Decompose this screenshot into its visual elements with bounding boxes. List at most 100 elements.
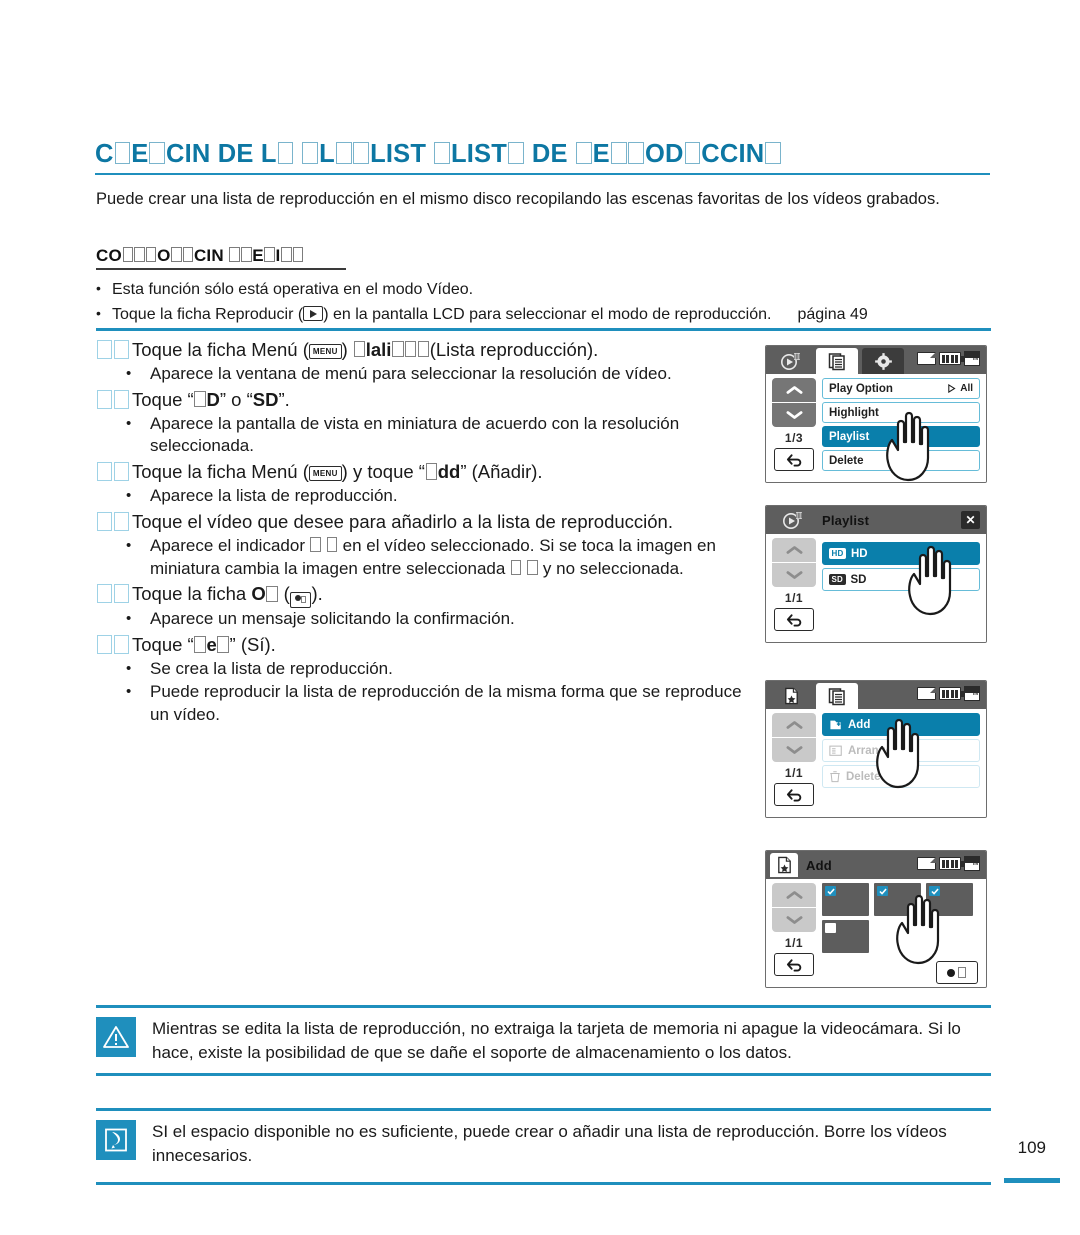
menu-rows: Add Arrange Delete (822, 713, 980, 791)
missing-glyph (610, 141, 627, 165)
menu-row-play-option[interactable]: Play Option All (822, 378, 980, 399)
missing-glyph (194, 636, 206, 653)
playlist-star-icon-tab[interactable] (770, 683, 812, 709)
menu-doc-icon-tab[interactable] (816, 683, 858, 709)
thumbnail-item[interactable] (926, 883, 973, 916)
page-indicator: 1/3 (784, 431, 804, 445)
missing-glyph (97, 389, 112, 409)
menu-row-delete[interactable]: Delete (822, 765, 980, 788)
checkbox-checked-icon[interactable] (929, 886, 940, 896)
scroll-down-button[interactable] (772, 908, 816, 932)
bullet-marker: • (126, 682, 132, 700)
lcd-nav-column: 1/3 (772, 378, 816, 471)
missing-glyph (392, 341, 404, 358)
step-sub-bullet: • Aparece la pantalla de vista en miniatu… (126, 413, 746, 459)
missing-glyph (326, 537, 338, 553)
scroll-down-button[interactable] (772, 563, 816, 587)
scroll-up-button[interactable] (772, 883, 816, 907)
menu-row-label: Playlist (829, 430, 870, 443)
hd-badge: HD (829, 548, 846, 559)
menu-row-hd[interactable]: HD HD (822, 542, 980, 565)
thumbnail-item[interactable] (874, 883, 921, 916)
thumbnail-row (822, 883, 982, 916)
lcd-illustration-add-thumbnails: Add IN 1/1 (765, 850, 987, 988)
close-icon[interactable]: ✕ (961, 511, 980, 529)
lcd-body: 1/1 HD HD SD SD (766, 534, 986, 642)
ok-dot-icon (947, 968, 956, 977)
back-button[interactable] (774, 783, 814, 806)
missing-glyph (264, 247, 275, 263)
checkbox-checked-icon[interactable] (825, 886, 836, 896)
menu-row-delete[interactable]: Delete (822, 450, 980, 471)
step-sub-bullet: • Aparece el indicador en el vídeo selecc… (126, 535, 746, 581)
ok-button[interactable] (936, 961, 978, 984)
back-button[interactable] (774, 608, 814, 631)
step-number-marker (96, 388, 130, 413)
emphasis: lali (365, 339, 392, 360)
missing-glyph (171, 247, 182, 263)
scroll-up-button[interactable] (772, 378, 816, 402)
missing-glyph (149, 141, 166, 165)
step-5: Toque la ficha O (). • Aparece un mensaje … (96, 582, 746, 631)
lcd-body: 1/3 Play Option All Highlight Playlist D… (766, 374, 986, 482)
page-number-rule (1004, 1178, 1060, 1183)
warning-note-text: Mientras se edita la lista de reproducci… (152, 1019, 961, 1063)
scroll-down-button[interactable] (772, 403, 816, 427)
menu-row-playlist[interactable]: Playlist (822, 426, 980, 447)
warning-triangle-icon (96, 1017, 136, 1057)
step-sublist: • Aparece la ventana de menú para selecci… (96, 363, 746, 386)
page-number: 109 (1017, 1138, 1046, 1157)
menu-row-label: Delete (829, 454, 864, 467)
missing-glyph (335, 141, 352, 165)
scroll-up-button[interactable] (772, 713, 816, 737)
back-button[interactable] (774, 953, 814, 976)
bullet-marker: • (126, 364, 132, 382)
menu-row-sd[interactable]: SD SD (822, 568, 980, 591)
missing-glyph (194, 390, 206, 408)
playback-film-icon-tab[interactable] (772, 507, 814, 533)
precheck-heading: CO O CIN EI (96, 246, 304, 266)
menu-row-highlight[interactable]: Highlight (822, 402, 980, 423)
playlist-star-icon-tab[interactable] (770, 853, 798, 877)
missing-glyph (310, 537, 321, 553)
back-button[interactable] (774, 448, 814, 471)
menu-row-value-label: All (960, 383, 973, 394)
menu-doc-icon-tab[interactable] (816, 348, 858, 374)
precheck-heading-underline (96, 268, 346, 270)
step-sub-bullet: • Aparece un mensaje solicitando la confi… (126, 608, 746, 631)
thumbnail-item[interactable] (822, 883, 869, 916)
checkbox-checked-icon[interactable] (877, 886, 888, 896)
step-sub-bullet: • Puede reproducir la lista de reproducci… (126, 681, 746, 727)
lcd-top-bar: IN (766, 346, 986, 374)
missing-glyph (684, 141, 701, 165)
menu-row-label: Arrange (848, 744, 893, 757)
step-4: Toque el vídeo que desee para añadirlo a… (96, 510, 746, 581)
menu-row-label: Play Option (829, 382, 893, 395)
menu-row-arrange[interactable]: Arrange (822, 739, 980, 762)
missing-glyph (114, 462, 129, 482)
thumbnail-item[interactable] (822, 920, 869, 953)
scroll-down-button[interactable] (772, 738, 816, 762)
gear-icon-tab[interactable] (862, 348, 904, 374)
battery-icon (939, 687, 964, 700)
menu-row-label: Delete (846, 770, 881, 783)
scroll-up-button[interactable] (772, 538, 816, 562)
missing-glyph (353, 141, 370, 165)
missing-glyph (417, 341, 430, 358)
missing-glyph (182, 247, 194, 263)
step-6: Toque “e” (Sí). • Se crea la lista de repr… (96, 633, 746, 726)
playback-film-icon-tab[interactable] (770, 348, 812, 374)
missing-glyph (122, 247, 134, 263)
step-sub-text: Se crea la lista de reproducción. (150, 659, 393, 679)
lcd-nav-column: 1/1 (772, 713, 816, 806)
lcd-nav-column: 1/1 (772, 883, 816, 976)
menu-row-value: All (947, 383, 973, 394)
menu-rows: Play Option All Highlight Playlist Delet… (822, 378, 980, 474)
checkbox-unchecked-icon[interactable] (825, 923, 836, 933)
bullet-marker: • (96, 305, 101, 321)
lcd-top-bar: Add IN (766, 851, 986, 879)
step-sub-text: Aparece la ventana de menú para seleccio… (150, 363, 672, 383)
menu-row-add[interactable]: Add (822, 713, 980, 736)
missing-glyph (510, 560, 522, 576)
missing-glyph (97, 340, 112, 359)
